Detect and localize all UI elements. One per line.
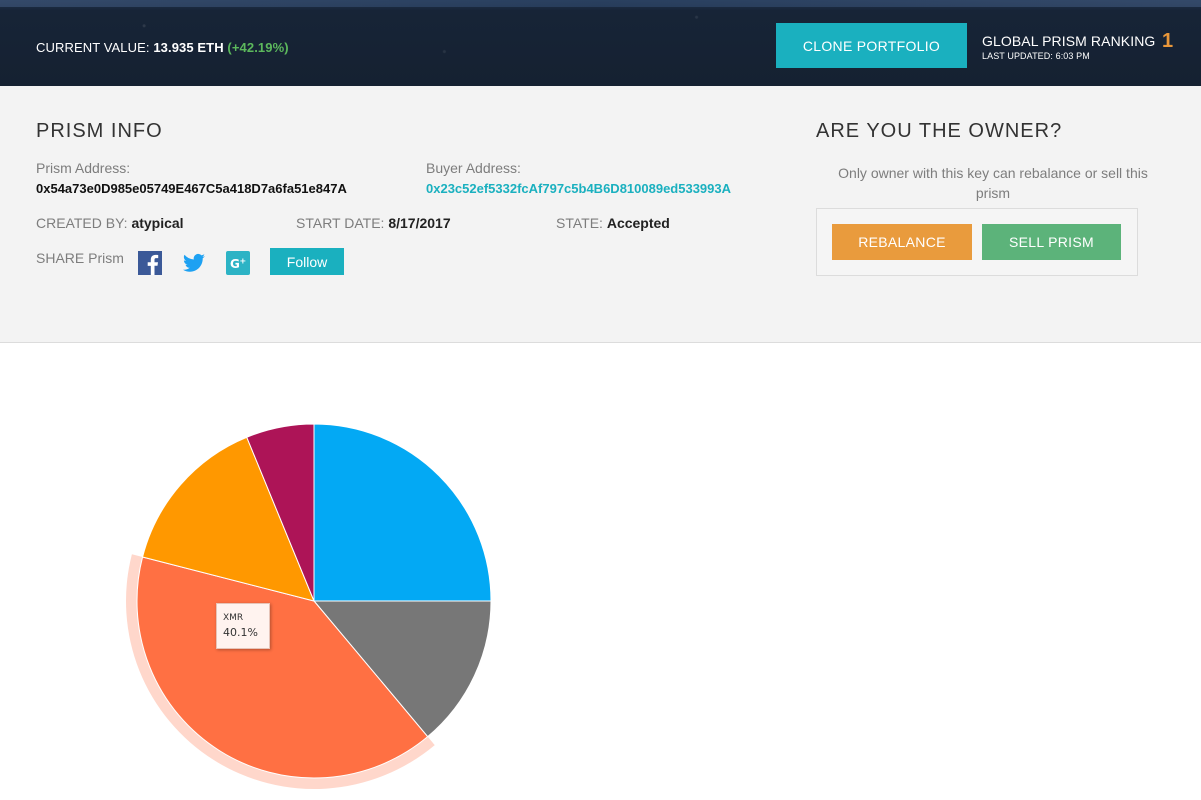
rebalance-button[interactable]: REBALANCE <box>832 224 972 260</box>
sell-prism-button[interactable]: SELL PRISM <box>982 224 1121 260</box>
start-date-label: START DATE: <box>296 215 385 231</box>
svg-text:G: G <box>230 257 240 271</box>
buyer-address-label: Buyer Address: <box>426 160 521 176</box>
global-ranking: GLOBAL PRISM RANKING 1 LAST UPDATED: 6:0… <box>982 30 1173 61</box>
twitter-icon[interactable] <box>182 251 206 275</box>
ranking-value: 1 <box>1162 30 1174 52</box>
prism-address-label: Prism Address: <box>36 160 131 176</box>
current-value: CURRENT VALUE: 13.935 ETH (+42.19%) <box>36 40 289 55</box>
current-value-label: CURRENT VALUE: <box>36 40 150 55</box>
follow-button[interactable]: Follow <box>270 248 344 275</box>
clone-portfolio-button[interactable]: CLONE PORTFOLIO <box>776 23 967 68</box>
prism-address: 0x54a73e0D985e05749E467C5a418D7a6fa51e84… <box>36 181 347 196</box>
pie-slice-1[interactable] <box>313 423 492 602</box>
svg-text:+: + <box>240 257 247 266</box>
current-value-amount: 13.935 ETH <box>153 40 224 55</box>
portfolio-pie-chart[interactable] <box>110 400 530 800</box>
state-value: Accepted <box>606 215 670 231</box>
created-by: CREATED BY: atypical <box>36 215 184 231</box>
start-date: START DATE: 8/17/2017 <box>296 215 451 231</box>
top-bar: CURRENT VALUE: 13.935 ETH (+42.19%) CLON… <box>0 0 1201 86</box>
last-updated: LAST UPDATED: 6:03 PM <box>982 51 1090 61</box>
owner-title: ARE YOU THE OWNER? <box>816 120 1063 142</box>
share-label: SHARE Prism <box>36 250 124 266</box>
created-by-label: CREATED BY: <box>36 215 128 231</box>
state: STATE: Accepted <box>556 215 670 231</box>
created-by-value: atypical <box>131 215 184 231</box>
chart-tooltip: XMR 40.1% <box>216 603 270 649</box>
state-label: STATE: <box>556 215 603 231</box>
owner-note: Only owner with this key can rebalance o… <box>838 165 1148 201</box>
tooltip-value: 40.1% <box>223 626 258 639</box>
ranking-label: GLOBAL PRISM RANKING <box>982 33 1156 49</box>
buyer-address-link[interactable]: 0x23c52ef5332fcAf797c5b4B6D810089ed53399… <box>426 181 731 196</box>
current-value-change: (+42.19%) <box>227 40 289 55</box>
prism-info-title: PRISM INFO <box>36 120 163 142</box>
facebook-icon[interactable] <box>138 251 162 275</box>
tooltip-label: XMR <box>223 613 244 623</box>
google-plus-icon[interactable]: G + <box>226 251 250 275</box>
start-date-value: 8/17/2017 <box>388 215 451 231</box>
